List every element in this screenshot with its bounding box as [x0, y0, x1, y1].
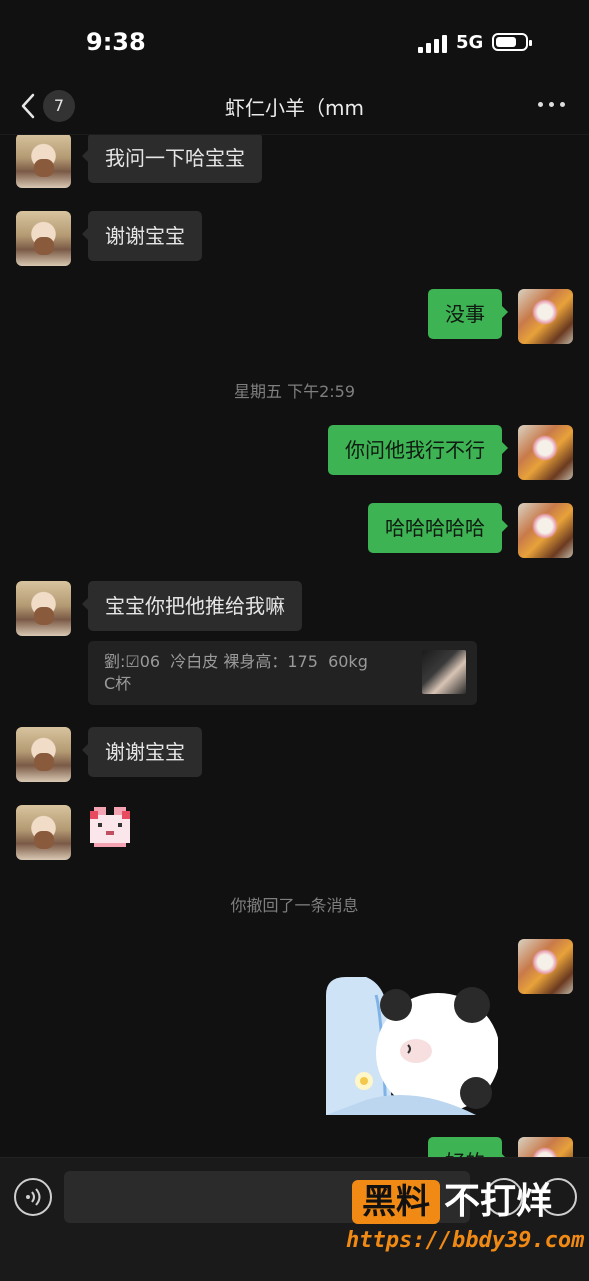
message-bubble-outgoing[interactable]: 哈哈哈哈哈	[368, 503, 508, 553]
message-list[interactable]: 我问一下哈宝宝 谢谢宝宝 没事 星期五 下午2:59 你问他我行不行 哈哈哈哈哈…	[0, 135, 589, 1157]
my-avatar[interactable]	[518, 1137, 573, 1157]
my-avatar[interactable]	[518, 939, 573, 994]
my-avatar[interactable]	[518, 289, 573, 344]
message-bubble-outgoing[interactable]: 好的	[428, 1137, 508, 1157]
message-timestamp: 星期五 下午2:59	[233, 382, 356, 401]
pixel-bear-sticker[interactable]	[86, 803, 134, 851]
watermark-badge: 黑料	[352, 1180, 440, 1224]
panda-sticker[interactable]	[326, 975, 498, 1115]
recall-notice: 你撤回了一条消息	[230, 896, 359, 915]
quoted-message-card[interactable]: 劉:☑06 冷白皮 裸身高：175 60kg C杯	[88, 641, 477, 705]
signal-icon	[418, 33, 448, 53]
watermark: 黑料 不打烊 https://bbdy39.com	[340, 1180, 584, 1260]
voice-icon[interactable]	[14, 1178, 52, 1216]
my-avatar[interactable]	[518, 425, 573, 480]
message-bubble-incoming[interactable]: 谢谢宝宝	[82, 727, 202, 777]
contact-avatar[interactable]	[16, 727, 71, 782]
message-bubble-incoming[interactable]: 谢谢宝宝	[82, 211, 202, 261]
status-bar: 9:38 5G	[0, 0, 589, 80]
my-avatar[interactable]	[518, 503, 573, 558]
more-icon[interactable]	[538, 102, 566, 110]
contact-avatar[interactable]	[16, 135, 71, 188]
contact-avatar[interactable]	[16, 581, 71, 636]
battery-icon	[492, 33, 532, 51]
chat-title: 虾仁小羊（mm	[225, 96, 364, 120]
contact-avatar[interactable]	[16, 805, 71, 860]
quoted-image-thumbnail[interactable]	[422, 650, 466, 694]
message-bubble-incoming[interactable]: 我问一下哈宝宝	[82, 135, 262, 183]
contact-avatar[interactable]	[16, 211, 71, 266]
message-bubble-outgoing[interactable]: 你问他我行不行	[328, 425, 508, 475]
watermark-url: https://bbdy39.com	[346, 1228, 585, 1253]
network-type: 5G	[456, 32, 484, 53]
quoted-message-text: 劉:☑06 冷白皮 裸身高：175 60kg C杯	[104, 652, 368, 693]
status-time: 9:38	[86, 28, 146, 56]
watermark-title: 不打烊	[444, 1181, 553, 1222]
message-bubble-outgoing[interactable]: 没事	[428, 289, 508, 339]
message-bubble-incoming[interactable]: 宝宝你把他推给我嘛	[82, 581, 302, 631]
chat-header: 7 虾仁小羊（mm	[0, 80, 589, 135]
